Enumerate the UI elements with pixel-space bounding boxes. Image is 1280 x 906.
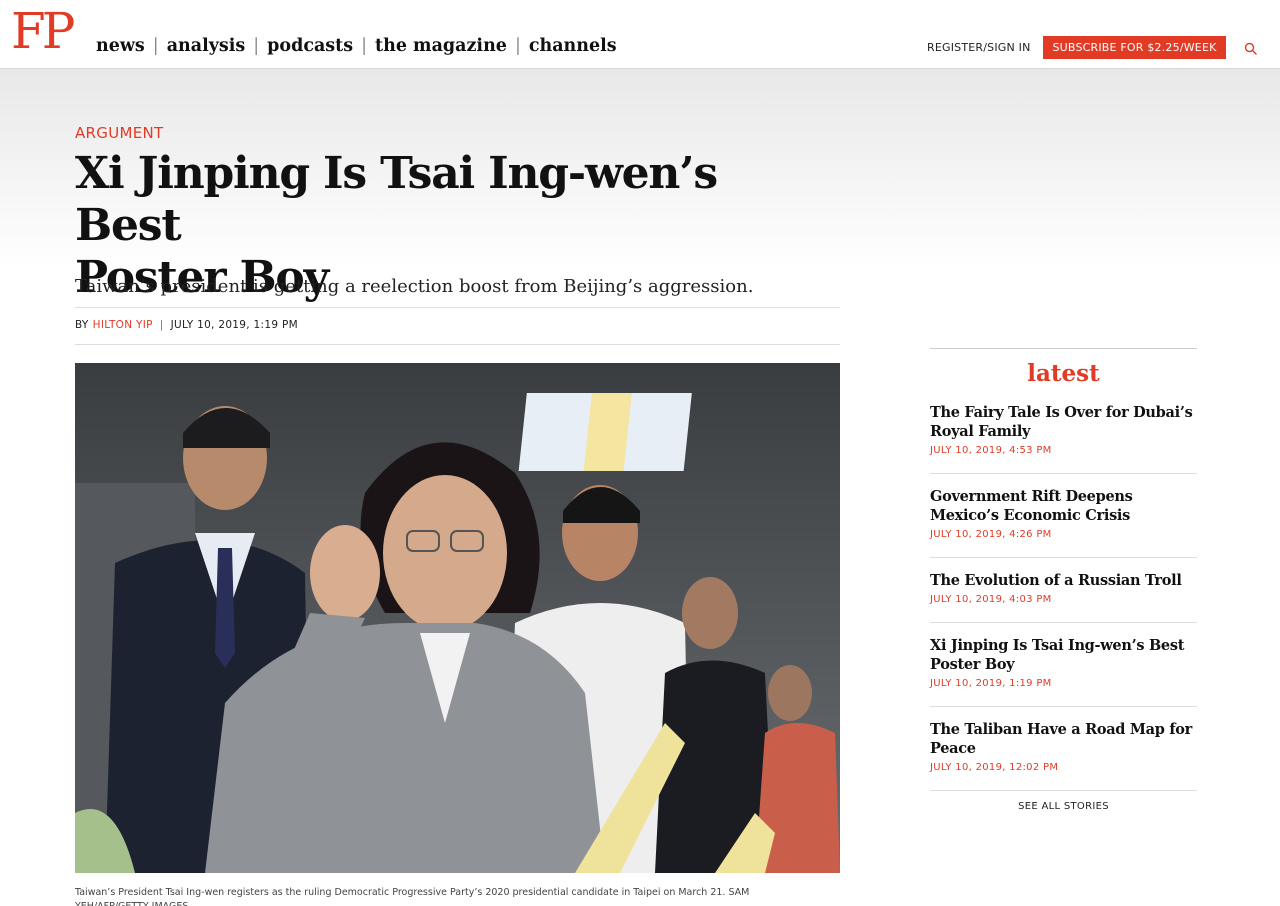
latest-story[interactable]: The Fairy Tale Is Over for Dubai’s Royal… <box>930 403 1197 456</box>
fp-logo[interactable]: FP <box>11 6 75 56</box>
byline-prefix: BY <box>75 319 89 331</box>
latest-story[interactable]: The Evolution of a Russian Troll JULY 10… <box>930 571 1197 605</box>
nav-news[interactable]: news <box>96 36 145 56</box>
article-photo <box>75 363 840 873</box>
site-header: FP news | analysis | podcasts | the maga… <box>0 0 1280 69</box>
register-sign-in-link[interactable]: REGISTER/SIGN IN <box>927 41 1031 54</box>
latest-story[interactable]: The Taliban Have a Road Map for Peace JU… <box>930 720 1197 773</box>
nav-the-magazine[interactable]: the magazine <box>375 36 507 56</box>
publish-date: JULY 10, 2019, 1:19 PM <box>170 319 298 331</box>
divider <box>75 307 840 308</box>
divider <box>930 557 1197 558</box>
search-icon[interactable] <box>1244 41 1258 55</box>
nav-podcasts[interactable]: podcasts <box>267 36 353 56</box>
subscribe-button[interactable]: SUBSCRIBE FOR $2.25/WEEK <box>1043 36 1226 59</box>
latest-story[interactable]: Xi Jinping Is Tsai Ing-wen’s Best Poster… <box>930 636 1197 689</box>
story-title[interactable]: The Evolution of a Russian Troll <box>930 571 1197 590</box>
photo-caption: Taiwan’s President Tsai Ing-wen register… <box>75 887 750 906</box>
nav-separator: | <box>514 36 521 56</box>
article-kicker[interactable]: ARGUMENT <box>75 124 164 142</box>
story-title[interactable]: Xi Jinping Is Tsai Ing-wen’s Best Poster… <box>930 636 1197 674</box>
divider <box>930 473 1197 474</box>
nav-separator: | <box>152 36 159 56</box>
latest-story[interactable]: Government Rift Deepens Mexico’s Economi… <box>930 487 1197 540</box>
see-all-stories-link[interactable]: SEE ALL STORIES <box>930 801 1197 812</box>
divider <box>930 706 1197 707</box>
main-nav: news | analysis | podcasts | the magazin… <box>96 36 617 56</box>
divider <box>930 348 1197 349</box>
divider <box>930 790 1197 791</box>
story-title[interactable]: Government Rift Deepens Mexico’s Economi… <box>930 487 1197 525</box>
article-dek: Taiwan’s president is getting a reelecti… <box>75 276 754 297</box>
story-date: JULY 10, 2019, 1:19 PM <box>930 678 1052 689</box>
latest-heading: latest <box>1027 360 1100 387</box>
nav-separator: | <box>361 36 368 56</box>
story-date: JULY 10, 2019, 4:53 PM <box>930 445 1052 456</box>
story-date: JULY 10, 2019, 4:26 PM <box>930 529 1052 540</box>
author-link[interactable]: HILTON YIP <box>93 319 153 331</box>
divider <box>930 622 1197 623</box>
nav-channels[interactable]: channels <box>529 36 617 56</box>
divider <box>75 344 840 345</box>
nav-separator: | <box>253 36 260 56</box>
headline-line-1: Xi Jinping Is Tsai Ing-wen’s Best <box>75 148 718 251</box>
story-date: JULY 10, 2019, 4:03 PM <box>930 594 1052 605</box>
byline-separator: | <box>159 319 164 331</box>
story-date: JULY 10, 2019, 12:02 PM <box>930 762 1059 773</box>
nav-analysis[interactable]: analysis <box>167 36 246 56</box>
article-byline: BY HILTON YIP | JULY 10, 2019, 1:19 PM <box>75 319 298 331</box>
story-title[interactable]: The Fairy Tale Is Over for Dubai’s Royal… <box>930 403 1197 441</box>
story-title[interactable]: The Taliban Have a Road Map for Peace <box>930 720 1197 758</box>
